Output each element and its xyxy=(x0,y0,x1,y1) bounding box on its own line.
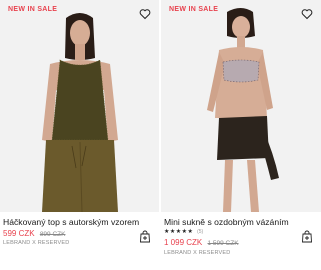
sale-badge: NEW IN SALE xyxy=(8,6,58,13)
rating-count: (5) xyxy=(197,229,204,235)
heart-icon[interactable] xyxy=(301,8,313,20)
sale-badge: NEW IN SALE xyxy=(169,6,219,13)
original-price: 899 CZK xyxy=(39,231,66,238)
shopping-bag-plus-icon[interactable] xyxy=(139,230,151,243)
brand-label: LEBRAND X RESERVED xyxy=(164,250,231,256)
product-image[interactable]: NEW IN SALE xyxy=(0,0,159,212)
brand-label: LEBRAND X RESERVED xyxy=(3,240,70,246)
product-title[interactable]: Mini sukně s ozdobným vázáním xyxy=(164,217,289,227)
product-image[interactable]: NEW IN SALE xyxy=(161,0,321,212)
price: 599 CZK 899 CZK xyxy=(3,229,65,238)
rating-stars: ★★★★★ xyxy=(164,229,194,235)
product-card[interactable]: NEW IN SALE Háčkovaný top s autorským vz… xyxy=(0,0,159,270)
sale-price: 599 CZK xyxy=(3,229,35,238)
original-price: 1 599 CZK xyxy=(207,240,239,247)
product-title[interactable]: Háčkovaný top s autorským vzorem xyxy=(3,217,139,227)
shopping-bag-plus-icon[interactable] xyxy=(301,230,313,243)
heart-icon[interactable] xyxy=(139,8,151,20)
price: 1 099 CZK 1 599 CZK xyxy=(164,238,239,247)
rating: ★★★★★ (5) xyxy=(164,228,203,235)
product-card[interactable]: NEW IN SALE Mini sukně s ozdobným vázání… xyxy=(161,0,321,270)
sale-price: 1 099 CZK xyxy=(164,238,203,247)
